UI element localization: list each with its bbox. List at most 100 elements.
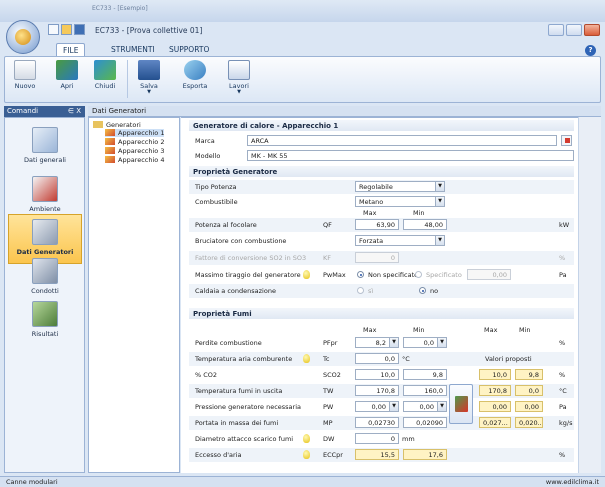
portata-max-field[interactable]: 0,02730 (355, 417, 399, 428)
new-document-icon[interactable] (48, 24, 59, 35)
save-split-button[interactable]: Salva ▼ (134, 58, 164, 100)
combustibile-select[interactable]: Metano ▼ (355, 196, 445, 207)
fattore-symbol: KF (323, 254, 332, 262)
close-button[interactable] (584, 24, 600, 36)
prop-fumi-title: Proprietà Fumi (189, 308, 574, 319)
new-file-icon (14, 60, 36, 80)
close-file-button[interactable]: Chiudi (90, 58, 120, 100)
potenza-max-field[interactable]: 63,90 (355, 219, 399, 230)
co2-proposed-min: 9,8 (515, 369, 543, 380)
marca-field[interactable]: ARCA (247, 135, 557, 146)
tree-item[interactable]: Apparecchio 4 (105, 156, 164, 164)
tree-item[interactable]: Apparecchio 2 (105, 138, 164, 146)
generator-icon (105, 129, 115, 136)
tiraggio-specificato-radio[interactable] (415, 271, 422, 278)
cmd-condotti-label: Condotti (31, 287, 59, 295)
status-website[interactable]: www.edilclima.it (546, 478, 599, 486)
tipo-potenza-row: Tipo Potenza Regolabile ▼ (189, 180, 574, 194)
close-folder-icon (94, 60, 116, 80)
tiraggio-field[interactable]: 0,00 (467, 269, 511, 280)
perdite-max-value: 8,2 (375, 339, 386, 347)
co2-min-field[interactable]: 9,8 (403, 369, 447, 380)
diametro-field[interactable]: 0 (355, 433, 399, 444)
pin-close-icons[interactable]: ∈ X (68, 107, 81, 115)
caldaia-no-radio[interactable] (419, 287, 426, 294)
temp-fumi-max-field[interactable]: 170,8 (355, 385, 399, 396)
bruciatore-select[interactable]: Forzata ▼ (355, 235, 445, 246)
pressione-min-value: 0,00 (419, 403, 434, 411)
floppy-disk-icon (138, 60, 160, 80)
co2-max-field[interactable]: 10,0 (355, 369, 399, 380)
tipo-potenza-value: Regolabile (359, 183, 393, 191)
tab-supporto[interactable]: SUPPORTO (163, 43, 215, 56)
generator-icon (105, 147, 115, 154)
lightbulb-icon[interactable] (303, 434, 310, 443)
generator-section-title: Generatore di calore - Apparecchio 1 (189, 120, 574, 131)
tiraggio-non-specificato-radio[interactable] (357, 271, 364, 278)
fumi-symbol: TW (323, 387, 334, 395)
tab-strumenti[interactable]: STRUMENTI (105, 43, 161, 56)
help-icon[interactable]: ? (585, 45, 596, 56)
tipo-potenza-select[interactable]: Regolabile ▼ (355, 181, 445, 192)
open-folder-icon[interactable] (61, 24, 72, 35)
col-min-label: Min (413, 326, 425, 334)
vertical-scrollbar[interactable] (578, 117, 601, 473)
chevron-down-icon: ▼ (147, 89, 151, 95)
potenza-min-field[interactable]: 48,00 (403, 219, 447, 230)
tree-root[interactable]: Generatori (93, 121, 141, 129)
perdite-min-select[interactable]: 0,0 ▼ (403, 337, 447, 348)
tipo-potenza-label: Tipo Potenza (195, 183, 237, 191)
export-button[interactable]: Esporta (178, 58, 212, 100)
lightbulb-icon[interactable] (303, 270, 310, 279)
pressione-max-select[interactable]: 0,00 ▼ (355, 401, 399, 412)
cmd-dati-generali-label: Dati generali (24, 156, 66, 164)
tree-item-label: Apparecchio 3 (118, 147, 165, 155)
tree-item[interactable]: Apparecchio 1 (105, 129, 165, 137)
cmd-risultati-label: Risultati (31, 330, 59, 338)
caldaia-si-radio[interactable] (357, 287, 364, 294)
bruciatore-row: Bruciatore con combustione Forzata ▼ (189, 234, 574, 248)
lightbulb-icon[interactable] (303, 354, 310, 363)
fumi-row: Temperatura fumi in uscita TW 170,8 160,… (189, 384, 574, 398)
fattore-field[interactable]: 0 (355, 252, 399, 263)
minimize-button[interactable] (548, 24, 564, 36)
open-button-label: Apri (60, 82, 74, 90)
temp-aria-field[interactable]: 0,0 (355, 353, 399, 364)
open-button[interactable]: Apri (52, 58, 82, 100)
tree-item[interactable]: Apparecchio 3 (105, 147, 164, 155)
tiraggio-opt2-label: Specificato (426, 271, 462, 279)
tree-item-label: Apparecchio 1 (118, 129, 165, 137)
maximize-button[interactable] (566, 24, 582, 36)
pressione-min-select[interactable]: 0,00 ▼ (403, 401, 447, 412)
tiraggio-unit: Pa (559, 271, 567, 279)
cmd-dati-generali[interactable]: Dati generali (8, 123, 82, 173)
modello-field[interactable]: MK - MK 55 (247, 150, 574, 161)
pipe-icon (32, 258, 58, 284)
pressione-proposed-max: 0,00 (479, 401, 511, 412)
apply-proposed-values-button[interactable] (449, 384, 473, 424)
fumi-row: Portata in massa dei fumi MP 0,02730 0,0… (189, 416, 574, 430)
tab-file[interactable]: FILE (56, 43, 86, 56)
new-button[interactable]: Nuovo (10, 58, 40, 100)
commands-panel-header: Comandi ∈ X (4, 106, 85, 117)
cmd-risultati[interactable]: Risultati (8, 297, 82, 347)
works-button[interactable]: Lavori ▼ (222, 58, 256, 100)
fumi-label: Diametro attacco scarico fumi (195, 435, 294, 443)
portata-min-field[interactable]: 0,02090 (403, 417, 447, 428)
lightbulb-icon[interactable] (303, 450, 310, 459)
diametro-unit: mm (402, 435, 415, 443)
caldaia-no-label: no (430, 287, 439, 295)
save-icon[interactable] (74, 24, 85, 35)
fumi-unit: kg/s (559, 419, 573, 427)
flag-icon[interactable] (561, 135, 572, 146)
new-button-label: Nuovo (14, 82, 36, 90)
chevron-down-icon: ▼ (435, 182, 444, 191)
application-menu-button[interactable] (6, 20, 40, 54)
temp-fumi-min-field[interactable]: 160,0 (403, 385, 447, 396)
chevron-down-icon: ▼ (437, 338, 446, 347)
tiraggio-symbol: PwMax (323, 271, 346, 279)
prop-generatore-title: Proprietà Generatore (189, 166, 574, 177)
col-min-label: Min (413, 209, 425, 217)
combustibile-value: Metano (359, 198, 384, 206)
perdite-max-select[interactable]: 8,2 ▼ (355, 337, 399, 348)
